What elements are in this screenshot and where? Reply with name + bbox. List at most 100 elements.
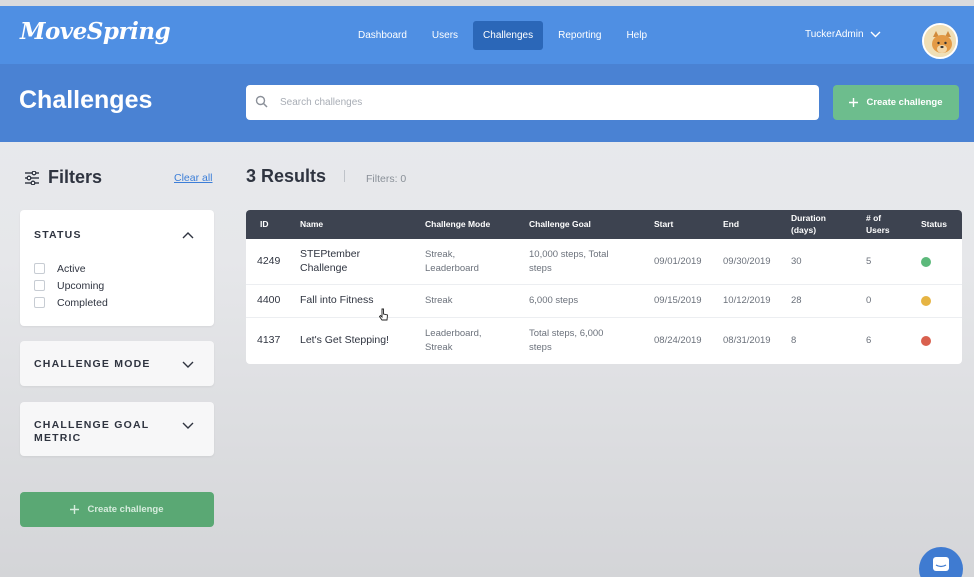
status-dot-icon xyxy=(921,296,931,306)
challenges-table: ID Name Challenge Mode Challenge Goal St… xyxy=(246,210,962,364)
checkbox[interactable] xyxy=(34,297,45,308)
status-option-upcoming[interactable]: Upcoming xyxy=(34,277,108,294)
checkbox[interactable] xyxy=(34,280,45,291)
cell-mode-line1: Leaderboard, xyxy=(425,328,482,340)
nav-reporting[interactable]: Reporting xyxy=(548,21,611,50)
cell-duration: 30 xyxy=(791,255,802,267)
nav-users[interactable]: Users xyxy=(422,21,468,50)
status-option-completed[interactable]: Completed xyxy=(34,294,108,311)
cell-mode-line1: Streak, xyxy=(425,248,456,260)
column-name[interactable]: Name xyxy=(300,210,323,239)
avatar[interactable] xyxy=(922,23,958,59)
top-navbar: MoveSpring Dashboard Users Challenges Re… xyxy=(0,6,974,64)
cell-name[interactable]: Fall into Fitness xyxy=(300,285,374,317)
cell-id: 4137 xyxy=(257,334,281,347)
challenge-goal-title-line1: CHALLENGE GOAL xyxy=(34,419,150,431)
nav-help[interactable]: Help xyxy=(616,21,657,50)
cell-end: 10/12/2019 xyxy=(723,295,771,307)
challenge-goal-title-line2: METRIC xyxy=(34,432,82,444)
mouse-pointer-icon xyxy=(378,308,388,321)
cell-users: 6 xyxy=(866,335,872,347)
table-row[interactable]: 4400 Fall into Fitness Streak 6,000 step… xyxy=(246,285,962,318)
cell-goal-line1: 10,000 steps, Total xyxy=(529,248,609,260)
user-menu[interactable]: TuckerAdmin xyxy=(805,29,881,40)
search-input[interactable] xyxy=(280,97,800,108)
status-filter-panel: STATUS Active Upcoming Completed xyxy=(20,210,214,326)
nav-challenges[interactable]: Challenges xyxy=(473,21,544,50)
column-status[interactable]: Status xyxy=(921,210,947,239)
sidebar-create-challenge-button[interactable]: Create challenge xyxy=(20,492,214,527)
chevron-down-icon xyxy=(182,361,194,368)
column-duration-line2: (days) xyxy=(791,224,817,235)
plus-icon xyxy=(70,505,80,514)
cell-goal: 6,000 steps xyxy=(529,295,579,307)
status-dot-icon xyxy=(921,336,931,346)
cell-start: 09/01/2019 xyxy=(654,255,702,267)
column-duration[interactable]: Duration (days) xyxy=(791,210,826,239)
table-header: ID Name Challenge Mode Challenge Goal St… xyxy=(246,210,962,239)
create-challenge-button[interactable]: Create challenge xyxy=(833,85,959,120)
brand-logo[interactable]: MoveSpring xyxy=(20,18,171,45)
cell-goal-line2: steps xyxy=(529,262,552,274)
cell-id: 4249 xyxy=(257,254,281,267)
filter-sliders-icon xyxy=(25,170,39,185)
nav-dashboard[interactable]: Dashboard xyxy=(348,21,417,50)
column-users[interactable]: # of Users xyxy=(866,210,890,239)
challenge-mode-filter-panel[interactable]: CHALLENGE MODE xyxy=(20,341,214,386)
cell-mode: Streak, Leaderboard xyxy=(425,239,479,284)
column-goal[interactable]: Challenge Goal xyxy=(529,210,591,239)
status-dot-icon xyxy=(921,256,931,267)
status-options: Active Upcoming Completed xyxy=(34,260,108,311)
cell-status xyxy=(921,239,931,284)
column-users-line2: Users xyxy=(866,224,890,235)
column-end[interactable]: End xyxy=(723,210,739,239)
avatar-dog-icon xyxy=(924,25,956,57)
cell-status xyxy=(921,318,931,364)
column-mode[interactable]: Challenge Mode xyxy=(425,210,490,239)
chat-icon xyxy=(933,557,949,571)
cell-mode-line2: Leaderboard xyxy=(425,262,479,274)
checkbox[interactable] xyxy=(34,263,45,274)
chevron-up-icon[interactable] xyxy=(182,231,194,239)
cell-status xyxy=(921,285,931,317)
table-row[interactable]: 4137 Let's Get Stepping! Leaderboard, St… xyxy=(246,318,962,364)
divider xyxy=(344,170,345,182)
status-option-label: Upcoming xyxy=(57,279,105,292)
cell-goal: Total steps, 6,000 steps xyxy=(529,318,603,364)
create-challenge-label: Create challenge xyxy=(866,97,943,108)
chevron-down-icon xyxy=(182,422,194,429)
column-id[interactable]: ID xyxy=(260,210,269,239)
main-nav: Dashboard Users Challenges Reporting Hel… xyxy=(348,21,662,50)
cell-goal-line2: steps xyxy=(529,342,552,353)
column-duration-line1: Duration xyxy=(791,212,826,223)
search-icon xyxy=(255,95,268,108)
sidebar-create-challenge-label: Create challenge xyxy=(87,504,164,515)
status-option-label: Completed xyxy=(57,296,108,309)
search-bar[interactable] xyxy=(246,85,819,120)
cell-mode: Leaderboard, Streak xyxy=(425,318,482,364)
page-title: Challenges xyxy=(19,86,153,114)
chat-launcher-button[interactable] xyxy=(919,547,963,577)
cell-name[interactable]: STEPtember Challenge xyxy=(300,239,360,284)
plus-icon xyxy=(849,98,859,107)
column-users-line1: # of xyxy=(866,212,882,223)
cell-name[interactable]: Let's Get Stepping! xyxy=(300,318,389,364)
challenge-goal-filter-panel[interactable]: CHALLENGE GOAL METRIC xyxy=(20,402,214,456)
status-option-label: Active xyxy=(57,262,86,275)
challenge-mode-title: CHALLENGE MODE xyxy=(34,358,151,370)
clear-all-link[interactable]: Clear all xyxy=(174,172,213,184)
chevron-down-icon xyxy=(870,31,881,38)
cell-start: 09/15/2019 xyxy=(654,295,702,307)
status-option-active[interactable]: Active xyxy=(34,260,108,277)
filters-title: Filters xyxy=(48,167,103,187)
challenge-goal-title: CHALLENGE GOAL METRIC xyxy=(34,419,149,445)
cell-start: 08/24/2019 xyxy=(654,335,702,347)
page-header: Challenges Create challenge xyxy=(0,64,974,142)
filters-heading: Filters xyxy=(24,167,102,188)
table-row[interactable]: 4249 STEPtember Challenge Streak, Leader… xyxy=(246,239,962,285)
status-filter-title[interactable]: STATUS xyxy=(34,229,82,241)
cell-duration: 28 xyxy=(791,295,802,307)
column-start[interactable]: Start xyxy=(654,210,673,239)
active-filters-count: Filters: 0 xyxy=(366,173,407,185)
cell-users: 5 xyxy=(866,255,872,267)
